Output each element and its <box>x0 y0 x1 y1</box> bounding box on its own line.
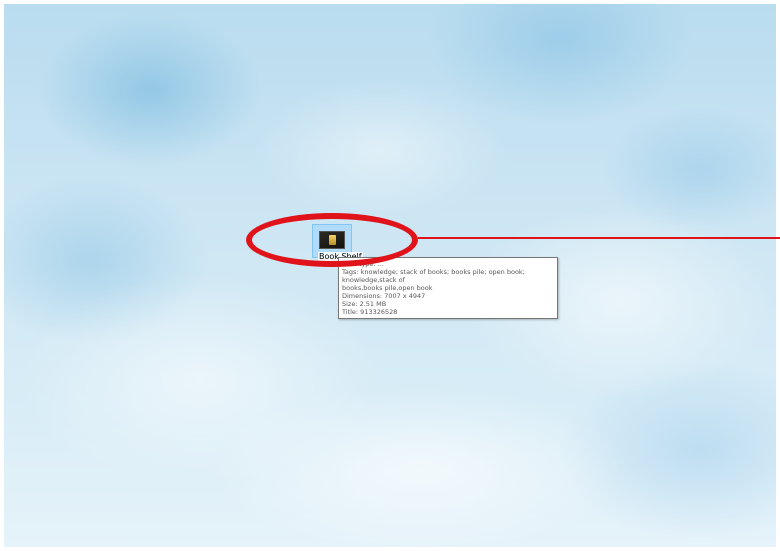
red-highlight-ellipse <box>246 213 418 267</box>
red-callout-line <box>418 237 780 239</box>
file-properties-tooltip: Item type: ... Tags: knowledge; stack of… <box>338 257 558 319</box>
desktop-background[interactable]: Book Shelf Item type: ... Tags: knowledg… <box>0 0 780 551</box>
tooltip-line-tags-cont: books,books pile,open book <box>342 284 433 292</box>
tooltip-line-title: Title: 913326528 <box>342 308 398 316</box>
tooltip-line-tags: Tags: knowledge; stack of books; books p… <box>342 268 525 284</box>
tooltip-line-size: Size: 2.51 MB <box>342 300 387 308</box>
tooltip-line-dimensions: Dimensions: 7007 x 4947 <box>342 292 426 300</box>
